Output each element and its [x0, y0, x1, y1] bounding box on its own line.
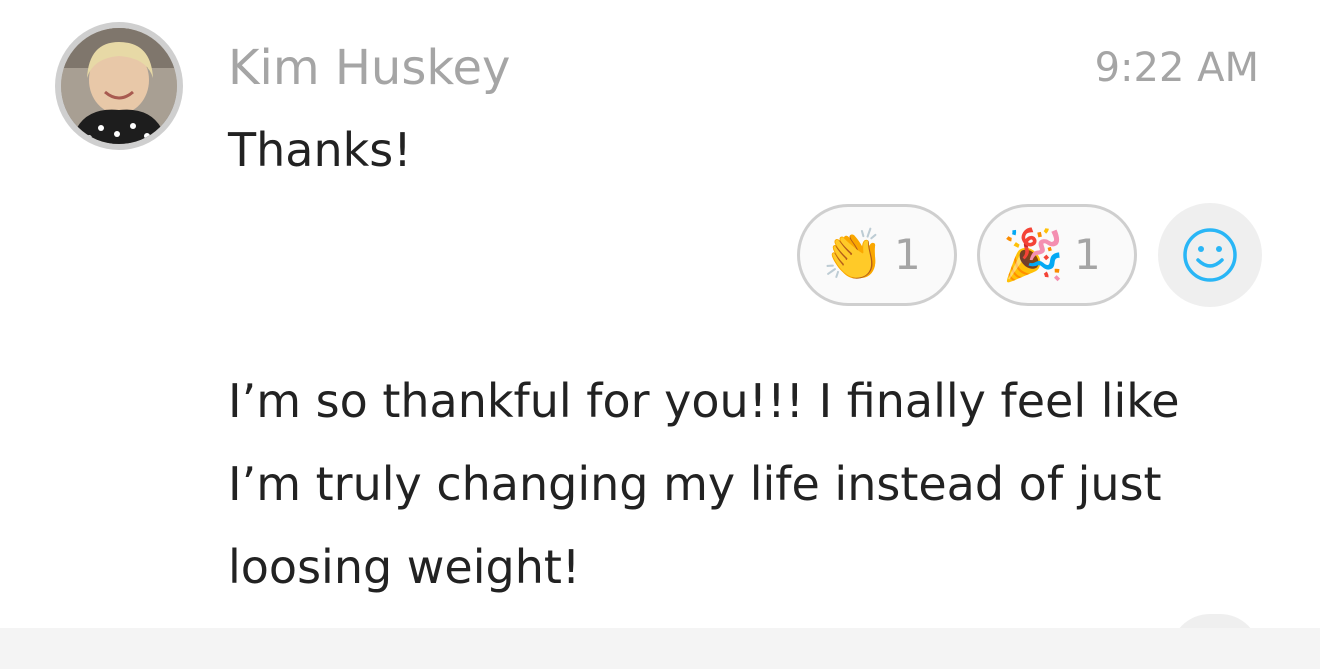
author-name[interactable]: Kim Huskey — [228, 38, 510, 98]
reaction-clap[interactable]: 👏 1 — [797, 204, 957, 306]
message-text-2: I’m so thankful for you!!! I finally fee… — [228, 360, 1288, 609]
reaction-count: 1 — [1074, 230, 1101, 279]
party-popper-icon: 🎉 — [1002, 226, 1065, 284]
message-timestamp: 9:22 AM — [1094, 45, 1259, 91]
add-reaction-button[interactable] — [1158, 203, 1262, 307]
reaction-party[interactable]: 🎉 1 — [977, 204, 1137, 306]
chat-thread: Kim Huskey 9:22 AM Thanks! 👏 1 🎉 1 I’m s… — [0, 0, 1320, 669]
message-text: Thanks! — [228, 123, 412, 177]
clapping-hands-icon: 👏 — [822, 226, 885, 284]
message-line: I’m so thankful for you!!! I finally fee… — [228, 374, 1180, 428]
avatar-portrait-icon — [61, 28, 177, 144]
bottom-bar — [0, 628, 1320, 669]
avatar[interactable] — [55, 22, 183, 150]
reaction-count: 1 — [894, 230, 921, 279]
avatar-photo — [61, 28, 177, 144]
smiley-icon — [1183, 228, 1237, 282]
reaction-list: 👏 1 🎉 1 — [797, 204, 1137, 306]
message-line: I’m truly changing my life instead of ju… — [228, 457, 1162, 511]
message-line: loosing weight! — [228, 540, 581, 594]
